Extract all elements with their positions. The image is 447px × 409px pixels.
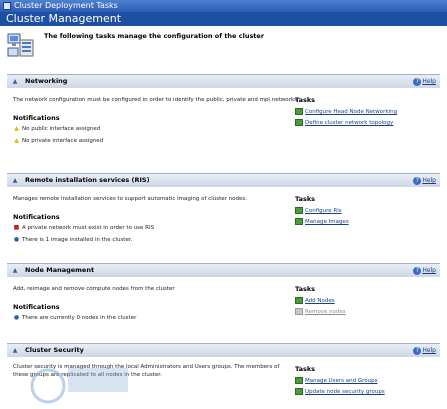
collapse-arrow-icon[interactable]: ▲ — [11, 177, 19, 184]
task-label: Add Nodes — [305, 298, 335, 304]
notification-item: ● There is 1 image installed in the clust… — [13, 236, 132, 243]
info-icon: ● — [13, 236, 20, 243]
page-title: Cluster Management — [6, 12, 122, 25]
tasks-label: Tasks — [295, 285, 316, 293]
notifications-label: Notifications — [13, 114, 60, 122]
remove-nodes-link[interactable]: Remove nodes — [295, 308, 346, 315]
notification-text: There is 1 image installed in the cluste… — [22, 237, 133, 243]
section-title: Node Management — [25, 266, 95, 274]
help-link[interactable]: ? Help — [413, 77, 436, 86]
app-icon — [3, 2, 11, 10]
collapse-arrow-icon[interactable]: ▲ — [11, 347, 19, 354]
task-icon — [295, 388, 303, 395]
task-label: Configure Head Node Networking — [305, 109, 398, 115]
warning-icon: ▲ — [14, 137, 19, 144]
define-cluster-network-topology-link[interactable]: Define cluster network topology — [295, 119, 393, 126]
notifications-label: Notifications — [13, 303, 60, 311]
task-label: Manage Images — [305, 219, 349, 225]
section-description: Manages remote installation services to … — [13, 196, 247, 202]
notifications-label: Notifications — [13, 213, 60, 221]
collapse-arrow-icon[interactable]: ▲ — [11, 267, 19, 274]
section-title: Remote installation services (RIS) — [25, 176, 150, 184]
help-icon: ? — [413, 267, 422, 275]
collapse-arrow-icon[interactable]: ▲ — [11, 78, 19, 85]
section-title: Networking — [25, 77, 68, 85]
section-node-management: ▲ Node Management ? Help Add, reimage and… — [7, 263, 440, 340]
intro-text: The following tasks manage the configura… — [44, 32, 265, 40]
error-icon: ■ — [13, 224, 20, 231]
notification-item: ● There are currently 0 nodes in the clus… — [13, 314, 136, 321]
notification-item: ▲ No public interface assigned — [13, 125, 100, 132]
warning-icon: ▲ — [14, 125, 19, 132]
task-icon — [295, 207, 303, 214]
cluster-computers-icon — [7, 33, 34, 57]
task-icon — [295, 297, 303, 304]
page-header: Cluster Management — [0, 12, 447, 26]
notification-text: There are currently 0 nodes in the clust… — [22, 315, 137, 321]
tasks-label: Tasks — [295, 96, 316, 104]
configure-ris-link[interactable]: Configure Ris — [295, 207, 342, 214]
manage-users-and-groups-link[interactable]: Manage Users and Groups — [295, 377, 377, 384]
notification-item: ▲ No private interface assigned — [13, 137, 103, 144]
help-icon: ? — [413, 78, 422, 86]
manage-images-link[interactable]: Manage Images — [295, 218, 349, 225]
notification-text: A private network must exist in order to… — [22, 225, 155, 231]
task-label: Remove nodes — [305, 309, 346, 315]
section-ris: ▲ Remote installation services (RIS) ? He… — [7, 173, 440, 260]
tasks-label: Tasks — [295, 195, 316, 203]
help-label: Help — [422, 267, 436, 274]
update-node-security-groups-link[interactable]: Update node security groups — [295, 388, 385, 395]
section-header[interactable]: ▲ Node Management ? Help — [7, 264, 440, 277]
watermark-logo — [30, 368, 128, 404]
task-icon — [295, 308, 303, 315]
notification-item: ■ A private network must exist in order t… — [13, 224, 154, 231]
section-description: Add, reimage and remove compute nodes fr… — [13, 286, 175, 292]
window-titlebar: Cluster Deployment Tasks — [0, 0, 447, 12]
help-link[interactable]: ? Help — [413, 266, 436, 275]
info-icon: ● — [13, 314, 20, 321]
help-icon: ? — [413, 347, 422, 355]
tasks-label: Tasks — [295, 365, 316, 373]
section-header[interactable]: ▲ Remote installation services (RIS) ? He… — [7, 174, 440, 187]
task-label: Configure Ris — [305, 208, 342, 214]
section-header[interactable]: ▲ Networking ? Help — [7, 75, 440, 88]
section-networking: ▲ Networking ? Help The network configura… — [7, 74, 440, 171]
help-label: Help — [422, 78, 436, 85]
configure-head-node-networking-link[interactable]: Configure Head Node Networking — [295, 108, 397, 115]
help-label: Help — [422, 177, 436, 184]
notification-text: No public interface assigned — [22, 126, 101, 132]
task-icon — [295, 119, 303, 126]
task-icon — [295, 377, 303, 384]
notification-text: No private interface assigned — [22, 138, 104, 144]
task-icon — [295, 108, 303, 115]
task-icon — [295, 218, 303, 225]
add-nodes-link[interactable]: Add Nodes — [295, 297, 335, 304]
help-icon: ? — [413, 177, 422, 185]
help-link[interactable]: ? Help — [413, 346, 436, 355]
task-label: Update node security groups — [305, 389, 385, 395]
help-link[interactable]: ? Help — [413, 176, 436, 185]
help-label: Help — [422, 347, 436, 354]
window-title: Cluster Deployment Tasks — [14, 1, 118, 10]
task-label: Manage Users and Groups — [305, 378, 378, 384]
task-label: Define cluster network topology — [305, 120, 394, 126]
section-description: The network configuration must be config… — [13, 97, 299, 103]
